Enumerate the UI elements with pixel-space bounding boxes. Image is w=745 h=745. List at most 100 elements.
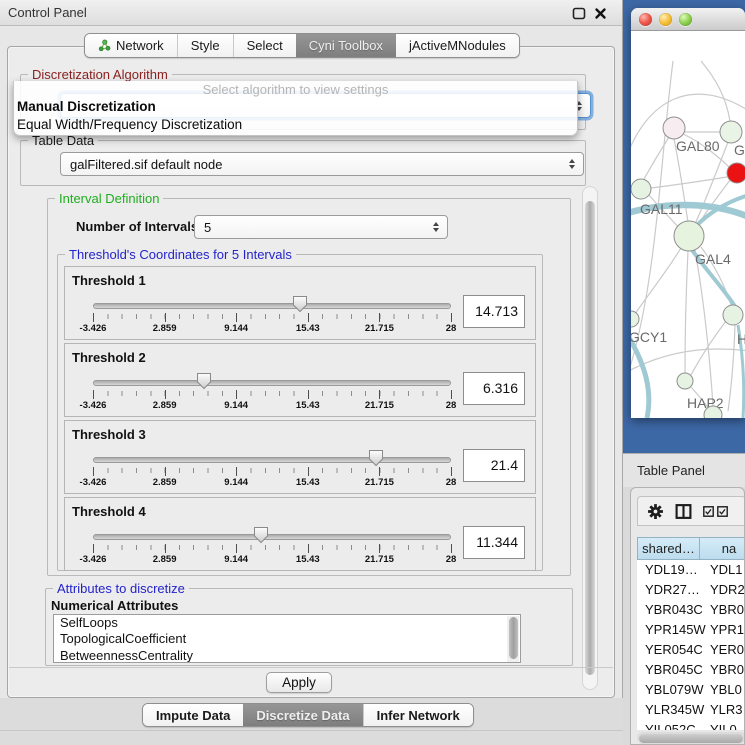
attributes-group-title: Attributes to discretize bbox=[53, 581, 189, 596]
tick-label: 28 bbox=[446, 477, 457, 488]
threshold-2-value-field[interactable]: 6.316 bbox=[463, 372, 525, 405]
mac-close-button[interactable] bbox=[639, 13, 652, 26]
network-node[interactable] bbox=[631, 179, 651, 199]
list-item-betweennesscentrality[interactable]: BetweennessCentrality bbox=[54, 648, 520, 663]
table-row[interactable]: YBR045CYBR0 bbox=[637, 660, 745, 680]
threshold-3-slider-thumb[interactable] bbox=[368, 449, 384, 467]
column-header-name[interactable]: na bbox=[699, 537, 745, 560]
table-data-combo[interactable]: galFiltered.sif default node bbox=[60, 152, 584, 176]
table-row[interactable]: YBR043CYBR0 bbox=[637, 600, 745, 620]
thresholds-group: Threshold's Coordinates for 5 Intervals … bbox=[57, 254, 543, 571]
node-label: GAL4 bbox=[695, 251, 731, 267]
table-row[interactable]: YER054CYER0 bbox=[637, 640, 745, 660]
tick-label: 15.43 bbox=[296, 400, 320, 411]
network-node[interactable] bbox=[677, 373, 693, 389]
table-row[interactable]: YPR145WYPR1 bbox=[637, 620, 745, 640]
table-cell: YPR1 bbox=[710, 620, 744, 640]
combo-arrows-icon bbox=[565, 153, 579, 175]
table-cell: YIL052C bbox=[645, 720, 696, 730]
numerical-attributes-label: Numerical Attributes bbox=[51, 598, 178, 613]
panel-vertical-scrollbar[interactable] bbox=[582, 186, 598, 690]
threshold-3-value-field[interactable]: 21.4 bbox=[463, 449, 525, 482]
tick-label: 15.43 bbox=[296, 477, 320, 488]
combo-arrows-icon bbox=[429, 216, 443, 238]
list-item-selfloops[interactable]: SelfLoops bbox=[54, 615, 520, 631]
popup-hint: Select algorithm to view settings bbox=[14, 81, 577, 98]
threshold-4-value-field[interactable]: 11.344 bbox=[463, 526, 525, 559]
tab-impute-data[interactable]: Impute Data bbox=[143, 704, 243, 726]
tab-jactivemnodules[interactable]: jActiveMNodules bbox=[396, 34, 519, 57]
table-row[interactable]: YIL052CYIL0 bbox=[637, 720, 745, 730]
table-cell: YDR27… bbox=[645, 580, 700, 600]
network-node[interactable] bbox=[720, 121, 742, 143]
tick-label: 28 bbox=[446, 400, 457, 411]
tick-label: 2.859 bbox=[153, 323, 177, 334]
num-intervals-label: Number of Intervals bbox=[76, 219, 198, 234]
table-header-row: shared… na bbox=[637, 537, 745, 560]
table-horizontal-scrollbar[interactable] bbox=[637, 732, 745, 744]
network-node[interactable] bbox=[631, 311, 639, 327]
tick-mark bbox=[379, 467, 380, 476]
columns-icon[interactable] bbox=[675, 503, 692, 520]
table-row[interactable]: YBL079WYBL0 bbox=[637, 680, 745, 700]
tab-select[interactable]: Select bbox=[233, 34, 296, 57]
tab-style[interactable]: Style bbox=[177, 34, 233, 57]
tick-label: 9.144 bbox=[224, 477, 248, 488]
threshold-1-slider-thumb[interactable] bbox=[292, 295, 308, 313]
network-node[interactable] bbox=[674, 221, 704, 251]
threshold-4-slider-track[interactable] bbox=[93, 534, 451, 540]
interval-definition-title: Interval Definition bbox=[55, 191, 163, 206]
table-panel-title: Table Panel bbox=[637, 463, 705, 478]
threshold-2-slider-thumb[interactable] bbox=[196, 372, 212, 390]
network-node[interactable] bbox=[727, 163, 745, 183]
tab-network-label: Network bbox=[116, 38, 164, 53]
control-panel-window: Control Panel Network bbox=[0, 0, 623, 745]
network-node[interactable] bbox=[723, 305, 743, 325]
threshold-4-slider-thumb[interactable] bbox=[253, 526, 269, 544]
table-row[interactable]: YLR345WYLR3 bbox=[637, 700, 745, 720]
num-intervals-combo[interactable]: 5 bbox=[194, 215, 448, 239]
threshold-row-4: Threshold 4 -3.4262.8599.14415.4321.7152… bbox=[64, 497, 536, 571]
attributes-list-scrollbar[interactable] bbox=[507, 616, 519, 662]
table-row[interactable]: YDL19…YDL1 bbox=[637, 560, 745, 580]
threshold-3-slider-track[interactable] bbox=[93, 457, 451, 463]
mac-minimize-button[interactable] bbox=[659, 13, 672, 26]
control-panel-title: Control Panel bbox=[8, 5, 87, 20]
popup-option-manual-discretization[interactable]: Manual Discretization bbox=[14, 98, 577, 116]
num-intervals-value: 5 bbox=[195, 220, 429, 235]
tab-infer-network[interactable]: Infer Network bbox=[363, 704, 473, 726]
list-item-topologicalcoefficient[interactable]: TopologicalCoefficient bbox=[54, 631, 520, 647]
network-view-window: GAL80GAGAL11GAL4GCY1HHAP2 bbox=[631, 8, 745, 418]
tick-mark bbox=[379, 544, 380, 553]
network-canvas[interactable]: GAL80GAGAL11GAL4GCY1HHAP2 bbox=[631, 31, 745, 418]
tick-label: 9.144 bbox=[224, 323, 248, 334]
close-icon[interactable] bbox=[594, 7, 608, 20]
mac-zoom-button[interactable] bbox=[679, 13, 692, 26]
tab-discretize-data[interactable]: Discretize Data bbox=[243, 704, 362, 726]
popup-option-equal-width-frequency[interactable]: Equal Width/Frequency Discretization bbox=[14, 116, 577, 134]
tick-label: 2.859 bbox=[153, 400, 177, 411]
threshold-1-slider-track[interactable] bbox=[93, 303, 451, 309]
table-cell: YBR0 bbox=[710, 600, 744, 620]
tab-impute-data-label: Impute Data bbox=[156, 708, 230, 723]
float-window-icon[interactable] bbox=[572, 7, 586, 20]
tick-mark bbox=[165, 544, 166, 553]
network-edge bbox=[701, 61, 730, 121]
threshold-3-ticks: -3.4262.8599.14415.4321.71528 bbox=[93, 467, 451, 493]
threshold-row-2: Threshold 2 -3.4262.8599.14415.4321.7152… bbox=[64, 343, 536, 417]
table-cell: YBL079W bbox=[645, 680, 704, 700]
gear-icon[interactable] bbox=[647, 503, 664, 520]
checkbox-icons[interactable] bbox=[703, 506, 728, 517]
tab-network[interactable]: Network bbox=[85, 34, 177, 57]
network-node[interactable] bbox=[663, 117, 685, 139]
threshold-1-value-field[interactable]: 14.713 bbox=[463, 295, 525, 328]
tick-mark bbox=[93, 313, 94, 322]
column-header-shared[interactable]: shared… bbox=[637, 537, 699, 560]
bottom-tab-bar: Impute Data Discretize Data Infer Networ… bbox=[142, 703, 474, 727]
apply-button[interactable]: Apply bbox=[266, 672, 332, 693]
threshold-2-slider-track[interactable] bbox=[93, 380, 451, 386]
tick-label: 2.859 bbox=[153, 477, 177, 488]
panel-bottom-separator bbox=[9, 667, 613, 668]
tab-cyni-toolbox[interactable]: Cyni Toolbox bbox=[296, 34, 396, 57]
table-row[interactable]: YDR27…YDR2 bbox=[637, 580, 745, 600]
